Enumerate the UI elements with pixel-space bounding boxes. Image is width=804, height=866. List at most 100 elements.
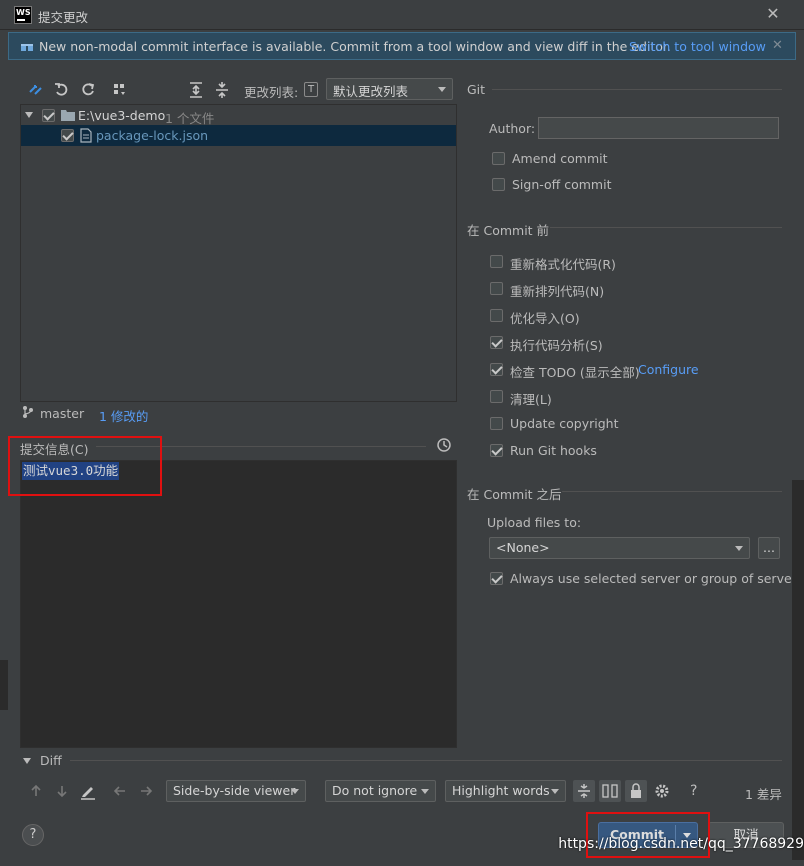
collapse-all-icon[interactable] bbox=[212, 80, 232, 100]
before-commit-separator bbox=[550, 227, 782, 228]
diff-section-title: Diff bbox=[40, 753, 62, 768]
json-file-icon bbox=[80, 128, 92, 143]
viewer-mode-value: Side-by-side viewer bbox=[173, 783, 296, 798]
sync-scroll-icon bbox=[602, 784, 618, 798]
reformat-checkbox[interactable] bbox=[490, 255, 503, 268]
expand-all-icon[interactable] bbox=[186, 80, 206, 100]
expand-arrow-icon[interactable] bbox=[24, 110, 34, 120]
root-file-count: 1 个文件 bbox=[165, 111, 215, 126]
branch-name: master bbox=[40, 406, 85, 421]
background-ide-edge-right bbox=[792, 480, 804, 860]
code-analysis-checkbox[interactable] bbox=[490, 336, 503, 349]
configure-link[interactable]: Configure bbox=[638, 362, 699, 377]
git-separator bbox=[492, 89, 782, 90]
diff-help-icon[interactable]: ? bbox=[690, 783, 697, 799]
settings-gear-icon[interactable] bbox=[652, 781, 672, 801]
changelist-label: 更改列表: bbox=[244, 85, 299, 100]
title-bar bbox=[0, 0, 804, 30]
banner-text: New non-modal commit interface is availa… bbox=[39, 39, 671, 54]
history-clock-icon[interactable] bbox=[436, 437, 452, 453]
info-banner: New non-modal commit interface is availa… bbox=[8, 32, 796, 60]
switch-to-tool-window-link[interactable]: Switch to tool window bbox=[629, 39, 766, 54]
show-diff-icon[interactable] bbox=[26, 80, 46, 100]
before-commit-title: 在 Commit 前 bbox=[467, 223, 550, 238]
browse-label: ... bbox=[763, 540, 775, 555]
diff-count: 1 差异 bbox=[745, 787, 782, 802]
signoff-label: Sign-off commit bbox=[512, 177, 612, 192]
background-ide-edge-left bbox=[0, 660, 8, 710]
forward-arrow-icon[interactable] bbox=[136, 781, 156, 801]
cleanup-label: 清理(L) bbox=[510, 392, 552, 407]
next-diff-down-icon[interactable] bbox=[52, 781, 72, 801]
author-label: Author: bbox=[489, 121, 536, 136]
help-label: ? bbox=[29, 827, 37, 842]
ignore-whitespace-dropdown[interactable]: Do not ignore bbox=[325, 780, 436, 802]
browse-servers-button[interactable]: ... bbox=[758, 537, 780, 559]
highlight-mode-dropdown[interactable]: Highlight words bbox=[445, 780, 566, 802]
signoff-checkbox[interactable] bbox=[492, 178, 505, 191]
ignore-whitespace-value: Do not ignore bbox=[332, 783, 418, 798]
cleanup-checkbox[interactable] bbox=[490, 390, 503, 403]
author-input[interactable] bbox=[538, 117, 779, 139]
lock-icon bbox=[631, 783, 641, 798]
rearrange-label: 重新排列代码(N) bbox=[510, 284, 605, 299]
help-button[interactable]: ? bbox=[22, 824, 44, 846]
check-todo-checkbox[interactable] bbox=[490, 363, 503, 376]
amend-label: Amend commit bbox=[512, 151, 608, 166]
edit-source-icon[interactable] bbox=[78, 781, 98, 801]
viewer-mode-dropdown[interactable]: Side-by-side viewer bbox=[166, 780, 306, 802]
root-path: E:\vue3-demo bbox=[78, 108, 166, 123]
optimize-imports-checkbox[interactable] bbox=[490, 309, 503, 322]
close-icon[interactable]: ✕ bbox=[764, 4, 782, 24]
git-section-title: Git bbox=[467, 82, 486, 97]
changes-tree bbox=[20, 104, 457, 402]
rearrange-checkbox[interactable] bbox=[490, 282, 503, 295]
reformat-label: 重新格式化代码(R) bbox=[510, 257, 616, 272]
back-arrow-icon[interactable] bbox=[110, 781, 130, 801]
diff-separator bbox=[70, 760, 782, 761]
root-checkbox[interactable] bbox=[42, 109, 55, 122]
gift-icon bbox=[21, 41, 33, 51]
upload-server-dropdown[interactable]: <None> bbox=[489, 537, 750, 559]
update-copyright-label: Update copyright bbox=[510, 416, 619, 431]
optimize-imports-label: 优化导入(O) bbox=[510, 311, 580, 326]
highlight-mode-value: Highlight words bbox=[452, 783, 550, 798]
code-analysis-label: 执行代码分析(S) bbox=[510, 338, 603, 353]
diff-collapse-arrow-icon[interactable] bbox=[22, 756, 32, 766]
after-commit-separator bbox=[562, 491, 782, 492]
window-title: 提交更改 bbox=[38, 10, 89, 25]
modified-count-link[interactable]: 1 修改的 bbox=[99, 406, 148, 425]
author-value bbox=[539, 118, 547, 133]
collapse-unchanged-icon bbox=[578, 784, 590, 798]
banner-close-icon[interactable]: ✕ bbox=[772, 38, 783, 53]
changelist-dropdown[interactable]: 默认更改列表 bbox=[326, 78, 453, 100]
changelist-shortcut: T bbox=[304, 82, 319, 97]
group-by-icon[interactable] bbox=[110, 80, 130, 100]
branch-icon bbox=[23, 406, 33, 418]
sync-scroll-button[interactable] bbox=[599, 780, 621, 802]
upload-label: Upload files to: bbox=[487, 515, 582, 530]
upload-server-value: <None> bbox=[496, 540, 550, 555]
file-checkbox[interactable] bbox=[61, 129, 74, 142]
after-commit-title: 在 Commit 之后 bbox=[467, 487, 562, 502]
commit-message-input[interactable] bbox=[20, 460, 457, 748]
annotation-box-message bbox=[8, 436, 162, 496]
git-hooks-label: Run Git hooks bbox=[510, 443, 597, 458]
always-use-label: Always use selected server or group of s… bbox=[510, 571, 804, 586]
webstorm-logo: WS bbox=[14, 6, 32, 24]
amend-checkbox[interactable] bbox=[492, 152, 505, 165]
folder-icon bbox=[61, 110, 75, 121]
update-copyright-checkbox[interactable] bbox=[490, 417, 503, 430]
refresh-icon[interactable] bbox=[78, 80, 98, 100]
watermark: https://blog.csdn.net/qq_37768929 bbox=[558, 836, 804, 852]
changelist-value: 默认更改列表 bbox=[333, 84, 409, 99]
always-use-checkbox[interactable] bbox=[490, 572, 503, 585]
prev-diff-up-icon[interactable] bbox=[26, 781, 46, 801]
lock-button[interactable] bbox=[625, 780, 647, 802]
git-hooks-checkbox[interactable] bbox=[490, 444, 503, 457]
logo-text: WS bbox=[16, 8, 31, 17]
collapse-unchanged-button[interactable] bbox=[573, 780, 595, 802]
rollback-icon[interactable] bbox=[52, 80, 72, 100]
file-name[interactable]: package-lock.json bbox=[96, 128, 208, 143]
check-todo-label: 检查 TODO (显示全部) bbox=[510, 365, 640, 380]
